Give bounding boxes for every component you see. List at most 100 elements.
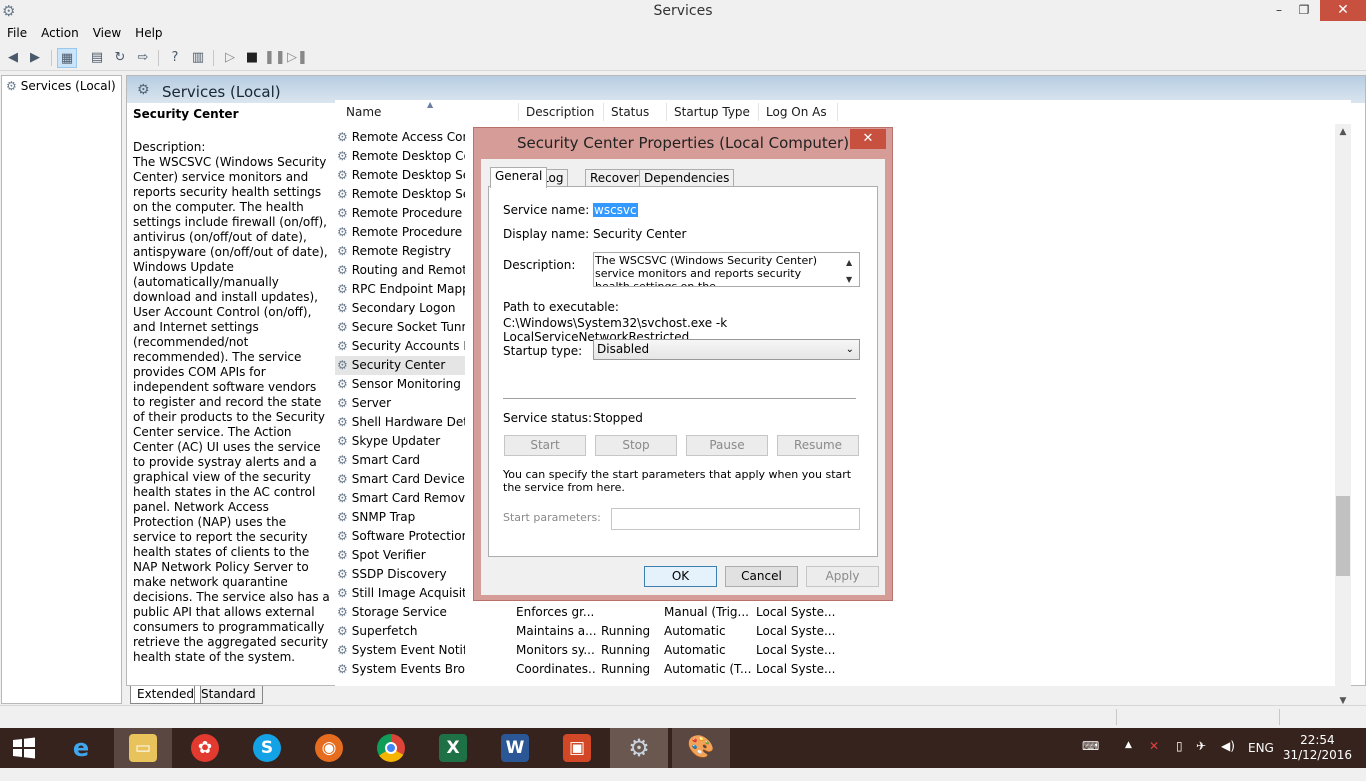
column-header-name[interactable]: Name xyxy=(346,105,381,119)
export-list-icon[interactable]: ⇨ xyxy=(133,48,153,68)
service-description-cell: Maintains a... xyxy=(516,624,596,638)
column-header-description[interactable]: Description xyxy=(526,105,594,119)
tab-extended[interactable]: Extended xyxy=(130,686,201,704)
language-indicator[interactable]: ENG xyxy=(1248,741,1274,781)
show-action-pane-icon[interactable]: ▥ xyxy=(188,48,208,68)
menu-action[interactable]: Action xyxy=(34,24,86,43)
show-hide-console-tree-icon[interactable]: ▦ xyxy=(57,48,77,68)
back-arrow-icon[interactable]: ◀ xyxy=(3,48,23,68)
maximize-button[interactable]: ❐ xyxy=(1290,0,1318,21)
display-name-value[interactable]: Security Center xyxy=(593,227,686,241)
description-scrollbar[interactable]: ▲ ▼ xyxy=(843,253,859,286)
refresh-icon[interactable]: ↻ xyxy=(110,48,130,68)
battery-icon[interactable]: ▯ xyxy=(1176,739,1183,779)
taskbar-screen-recorder[interactable]: ▣ xyxy=(548,728,606,768)
airplane-mode-icon[interactable]: ✈ xyxy=(1196,739,1206,779)
help-icon[interactable]: ? xyxy=(165,48,185,68)
dialog-close-button[interactable]: ✕ xyxy=(850,129,886,149)
taskbar-file-explorer[interactable]: ▭ xyxy=(114,728,172,768)
service-name-value[interactable]: wscsvc xyxy=(593,203,638,217)
taskbar-skype[interactable]: S xyxy=(238,728,296,768)
tab-standard[interactable]: Standard xyxy=(194,686,263,704)
cancel-button[interactable]: Cancel xyxy=(725,566,798,587)
scroll-down-arrow-icon[interactable]: ▼ xyxy=(846,273,852,286)
taskbar-clock[interactable]: 22:54 31/12/2016 xyxy=(1283,733,1352,763)
service-startup-cell: Automatic (T... xyxy=(664,662,752,676)
taskbar-services[interactable]: ⚙ xyxy=(610,728,668,768)
menu-view[interactable]: View xyxy=(86,24,128,43)
taskbar-word[interactable]: W xyxy=(486,728,544,768)
taskbar-app-red[interactable]: ✿ xyxy=(176,728,234,768)
scroll-up-arrow-icon[interactable]: ▲ xyxy=(1335,124,1351,141)
table-row[interactable]: ⚙System Event Notification S... Monitors … xyxy=(335,641,1351,660)
start-button[interactable] xyxy=(0,728,48,768)
pause-service-icon[interactable]: ❚❚ xyxy=(264,48,286,68)
start-parameters-input[interactable] xyxy=(611,508,860,530)
word-icon: W xyxy=(501,734,529,762)
pause-button[interactable]: Pause xyxy=(686,435,768,456)
minimize-button[interactable]: – xyxy=(1265,0,1293,21)
extended-description-pane: Security Center Description: The WSCSVC … xyxy=(133,107,330,665)
service-name-text: Software Protection xyxy=(351,529,465,543)
column-header-startup-type[interactable]: Startup Type xyxy=(674,105,750,119)
network-error-icon[interactable]: ✕ xyxy=(1149,739,1159,779)
startup-type-select[interactable]: Disabled ⌄ xyxy=(593,339,860,360)
table-row[interactable]: ⚙System Events Broker Coordinates... Runni… xyxy=(335,660,1351,679)
service-name-cell: ⚙ SSDP Discovery xyxy=(335,565,465,584)
start-service-icon[interactable]: ▷ xyxy=(220,48,240,68)
resume-button[interactable]: Resume xyxy=(777,435,859,456)
windows-logo-icon xyxy=(13,737,35,759)
column-header-label: Name xyxy=(346,105,382,119)
service-name-text: Smart Card Device En xyxy=(351,472,465,486)
column-header-status[interactable]: Status xyxy=(611,105,649,119)
service-name-cell: ⚙Shell Hardware Detec xyxy=(335,413,465,432)
column-separator[interactable] xyxy=(603,103,604,121)
vertical-scrollbar[interactable]: ▲ ▼ xyxy=(1335,124,1351,710)
taskbar-internet-explorer[interactable]: e xyxy=(52,728,110,768)
table-row[interactable]: ⚙ Storage Service Enforces gr... Manual (Tr… xyxy=(335,603,1351,622)
taskbar-excel[interactable]: X xyxy=(424,728,482,768)
taskbar-paint[interactable]: 🎨 xyxy=(672,728,730,768)
apply-button[interactable]: Apply xyxy=(806,566,879,587)
tab-general[interactable]: General xyxy=(490,167,548,188)
service-name-cell: ⚙ Routing and Remote xyxy=(335,261,465,280)
tab-dependencies[interactable]: Dependencies xyxy=(639,169,735,187)
scroll-up-arrow-icon[interactable]: ▲ xyxy=(846,256,852,269)
column-separator[interactable] xyxy=(758,103,759,121)
service-name-text: wscsvc xyxy=(593,203,638,217)
service-logon-cell: Local Syste... xyxy=(756,643,836,657)
startup-type-label: Startup type: xyxy=(503,344,583,358)
stop-service-icon[interactable]: ■ xyxy=(242,48,262,68)
column-separator[interactable] xyxy=(837,103,838,121)
properties-icon[interactable]: ▤ xyxy=(87,48,107,68)
taskbar-firefox[interactable]: ◉ xyxy=(300,728,358,768)
toolbar-separator xyxy=(51,50,52,66)
forward-arrow-icon[interactable]: ▶ xyxy=(25,48,45,68)
column-header-log-on-as[interactable]: Log On As xyxy=(766,105,827,119)
column-separator[interactable] xyxy=(666,103,667,121)
ok-button[interactable]: OK xyxy=(644,566,717,587)
menu-file[interactable]: File xyxy=(0,24,34,43)
service-logon-cell: Local Syste... xyxy=(756,624,836,638)
divider xyxy=(503,398,856,399)
description-textbox[interactable]: The WSCSVC (Windows Security Center) ser… xyxy=(593,252,860,287)
column-separator[interactable] xyxy=(518,103,519,121)
start-button[interactable]: Start xyxy=(504,435,586,456)
volume-icon[interactable]: ◀) xyxy=(1221,739,1235,779)
menu-help[interactable]: Help xyxy=(128,24,169,43)
service-gear-icon: ⚙ xyxy=(337,206,348,220)
close-button[interactable]: ✕ xyxy=(1320,0,1366,21)
folder-icon: ▭ xyxy=(129,734,157,762)
service-name-text: Security Center xyxy=(351,358,446,372)
table-row[interactable]: ⚙ Superfetch Maintains a... Running Automati… xyxy=(335,622,1351,641)
restart-service-icon[interactable]: ▷❚ xyxy=(287,48,308,68)
stop-button[interactable]: Stop xyxy=(595,435,677,456)
taskbar-chrome[interactable] xyxy=(362,728,420,768)
show-hidden-icons-chevron-icon[interactable]: ▲ xyxy=(1125,740,1132,780)
scrollbar-thumb[interactable] xyxy=(1336,496,1350,576)
service-gear-icon: ⚙ xyxy=(337,415,348,429)
tree-item-services-local[interactable]: ⚙ Services (Local) xyxy=(6,79,116,93)
touch-keyboard-icon[interactable]: ⌨ xyxy=(1082,739,1099,779)
service-startup-cell: Automatic xyxy=(664,643,726,657)
description-value: The WSCSVC (Windows Security Center) ser… xyxy=(595,254,818,287)
